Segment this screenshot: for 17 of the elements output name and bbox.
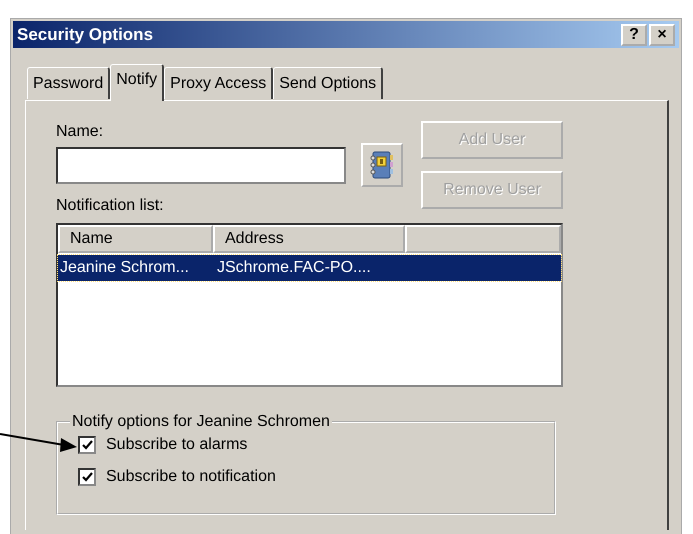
list-cell-text: JSchrome.FAC-PO.... xyxy=(216,259,372,277)
tab[interactable]: Send Options xyxy=(273,67,384,99)
tab[interactable]: Notify xyxy=(110,64,164,101)
name-label: Name: xyxy=(56,123,104,142)
column-header[interactable]: Name xyxy=(58,225,213,253)
checkbox-label: Subscribe to notification xyxy=(106,468,276,486)
tab[interactable]: Proxy Access xyxy=(164,67,274,99)
help-button[interactable]: ? xyxy=(621,24,647,46)
list-cell-text: Jeanine Schrom... xyxy=(59,259,190,277)
window-title: Security Options xyxy=(17,24,154,44)
list-row[interactable]: Jeanine Schrom... JSchrome.FAC-PO.... xyxy=(58,255,561,281)
column-header[interactable]: Address xyxy=(213,225,405,253)
group-title: Notify options for Jeanine Schromen xyxy=(71,413,331,431)
notification-list-label: Notification list: xyxy=(56,197,165,216)
checkbox-label: Subscribe to alarms xyxy=(106,436,248,454)
close-button[interactable]: × xyxy=(649,24,675,46)
tab[interactable]: Password xyxy=(27,67,110,99)
